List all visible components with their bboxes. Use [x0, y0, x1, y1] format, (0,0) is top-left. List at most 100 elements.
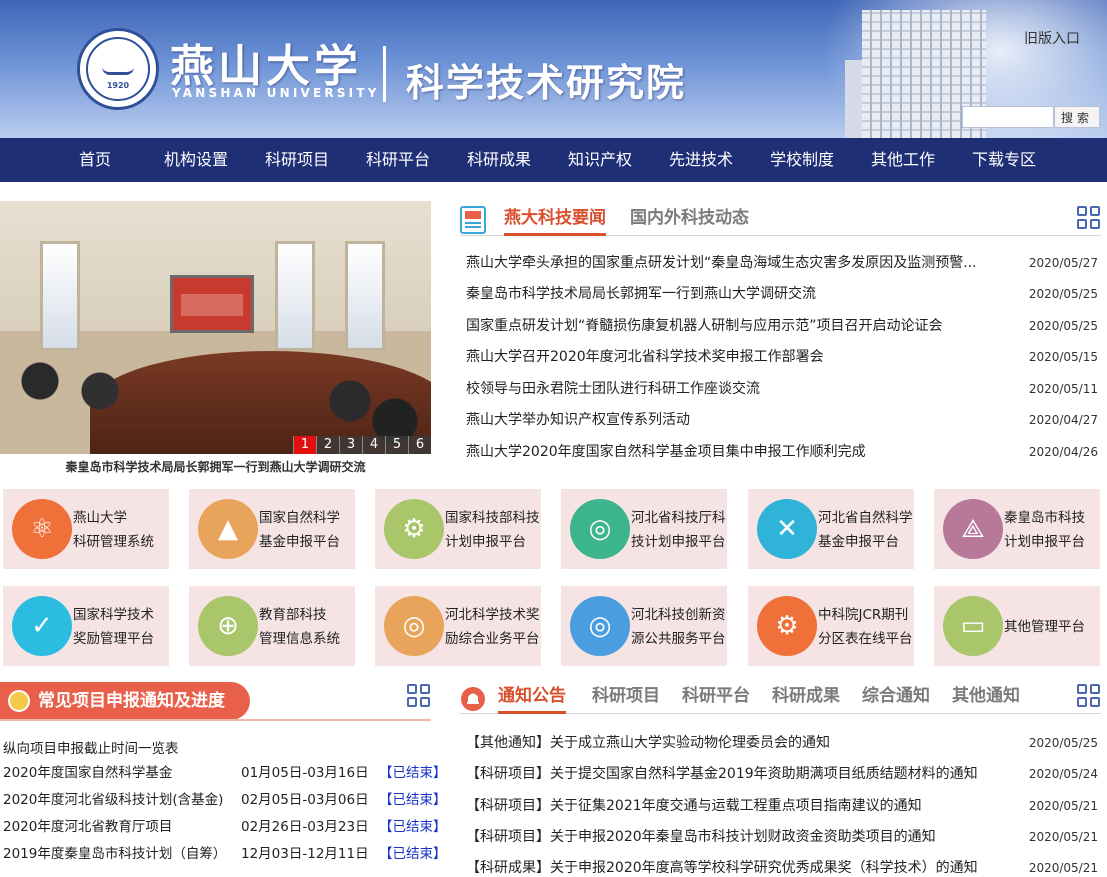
notice-date: 2020/05/25	[1028, 736, 1098, 750]
nav-item-achievements[interactable]: 科研成果	[449, 138, 549, 182]
notice-title[interactable]: 【其他通知】关于成立燕山大学实验动物伦理委员会的通知	[466, 733, 1022, 753]
cog-icon: ⚙	[757, 596, 817, 656]
news-item[interactable]: 燕山大学召开2020年度河北省科学技术奖申报工作部署会 2020/05/15	[466, 347, 1098, 367]
window-icon: ▭	[943, 596, 1003, 656]
platform-tile-hebei-award[interactable]: ◎ 河北科学技术奖 励综合业务平台	[375, 586, 541, 666]
nav-item-platforms[interactable]: 科研平台	[348, 138, 448, 182]
platform-tile-jcr[interactable]: ⚙ 中科院JCR期刊 分区表在线平台	[748, 586, 914, 666]
platform-label: 河北省自然科学 基金申报平台	[818, 510, 913, 550]
more-grid-icon[interactable]	[1077, 684, 1101, 708]
news-title[interactable]: 秦皇岛市科学技术局局长郭拥军一行到燕山大学调研交流	[466, 284, 1014, 304]
nav-item-ip[interactable]: 知识产权	[550, 138, 650, 182]
notice-date: 2020/05/21	[1028, 830, 1098, 844]
nav-item-regulations[interactable]: 学校制度	[752, 138, 852, 182]
news-item[interactable]: 燕山大学举办知识产权宣传系列活动 2020/04/27	[466, 410, 1098, 430]
notice-date: 2020/05/21	[1028, 799, 1098, 813]
slide-caption[interactable]: 秦皇岛市科学技术局局长郭拥军一行到燕山大学调研交流	[0, 458, 431, 475]
slider-page-4[interactable]: 4	[362, 436, 385, 454]
nav-item-downloads[interactable]: 下载专区	[954, 138, 1054, 182]
slider-page-3[interactable]: 3	[339, 436, 362, 454]
more-grid-icon[interactable]	[407, 684, 431, 708]
notice-item[interactable]: 【科研项目】关于征集2021年度交通与运载工程重点项目指南建议的通知 2020/…	[466, 796, 1098, 816]
search-button[interactable]: 搜索	[1054, 106, 1100, 128]
platform-tile-nsfc[interactable]: ▲ 国家自然科学 基金申报平台	[189, 489, 355, 569]
news-title[interactable]: 校领导与田永君院士团队进行科研工作座谈交流	[466, 379, 1014, 399]
notice-title[interactable]: 【科研成果】关于申报2020年度高等学校科学研究优秀成果奖（科学技术）的通知	[466, 858, 1022, 877]
nav-item-organization[interactable]: 机构设置	[146, 138, 246, 182]
institute-title[interactable]: 科学技术研究院	[406, 52, 686, 107]
main-nav: 首页 机构设置 科研项目 科研平台 科研成果 知识产权 先进技术 学校制度 其他…	[0, 138, 1107, 182]
news-title[interactable]: 燕山大学召开2020年度河北省科学技术奖申报工作部署会	[466, 347, 1014, 367]
university-name-cn[interactable]: 燕山大学	[170, 30, 362, 94]
news-title[interactable]: 国家重点研发计划“脊髓损伤康复机器人研制与应用示范”项目召开启动论证会	[466, 316, 1014, 336]
project-row[interactable]: 2019年度秦皇岛市科技计划（自筹） 12月03日-12月11日 【已结束】	[3, 844, 447, 864]
tab-research-achievements[interactable]: 科研成果	[772, 682, 840, 714]
slider-page-2[interactable]: 2	[316, 436, 339, 454]
news-item[interactable]: 燕山大学牵头承担的国家重点研发计划“秦皇岛海域生态灾害多发原因及监测预警... …	[466, 253, 1098, 273]
nav-item-other-work[interactable]: 其他工作	[853, 138, 953, 182]
tab-research-projects[interactable]: 科研项目	[592, 682, 660, 714]
projects-divider	[0, 719, 431, 721]
platform-tile-hebei-nsf[interactable]: ✕ 河北省自然科学 基金申报平台	[748, 489, 914, 569]
projects-subtitle[interactable]: 纵向项目申报截止时间一览表	[3, 737, 179, 757]
project-status: 【已结束】	[379, 792, 447, 808]
project-name[interactable]: 2019年度秦皇岛市科技计划（自筹）	[3, 844, 226, 864]
notice-item[interactable]: 【科研项目】关于提交国家自然科学基金2019年资助期满项目纸质结题材料的通知 2…	[466, 764, 1098, 784]
notice-item[interactable]: 【科研项目】关于申报2020年秦皇岛市科技计划财政资金资助类项目的通知 2020…	[466, 827, 1098, 847]
search-input[interactable]	[962, 106, 1054, 128]
news-title[interactable]: 燕山大学举办知识产权宣传系列活动	[466, 410, 1014, 430]
project-name[interactable]: 2020年度河北省级科技计划(含基金)	[3, 790, 223, 810]
projects-title[interactable]: 常见项目申报通知及进度	[38, 682, 225, 720]
platform-tile-qhd[interactable]: ⟁ 秦皇岛市科技 计划申报平台	[934, 489, 1100, 569]
slide-image	[170, 275, 254, 333]
platform-tile-hebei-tech[interactable]: ◎ 河北省科技厅科 技计划申报平台	[561, 489, 727, 569]
news-date: 2020/04/26	[1028, 445, 1098, 459]
notice-item[interactable]: 【科研成果】关于申报2020年度高等学校科学研究优秀成果奖（科学技术）的通知 2…	[466, 858, 1098, 877]
notice-title[interactable]: 【科研项目】关于提交国家自然科学基金2019年资助期满项目纸质结题材料的通知	[466, 764, 1022, 784]
platform-tile-national-award[interactable]: ✓ 国家科学技术 奖励管理平台	[3, 586, 169, 666]
nav-item-projects[interactable]: 科研项目	[247, 138, 347, 182]
nav-item-home[interactable]: 首页	[45, 138, 145, 182]
slider-page-1[interactable]: 1	[293, 436, 316, 454]
platform-tile-research-mgmt[interactable]: ⚛ 燕山大学 科研管理系统	[3, 489, 169, 569]
news-item[interactable]: 国家重点研发计划“脊髓损伤康复机器人研制与应用示范”项目召开启动论证会 2020…	[466, 316, 1098, 336]
university-name-en: YANSHAN UNIVERSITY	[172, 86, 380, 100]
project-row[interactable]: 2020年度河北省教育厅项目 02月26日-03月23日 【已结束】	[3, 817, 447, 837]
notices-tabbar: 通知公告 科研项目 科研平台 科研成果 综合通知 其他通知	[460, 680, 1101, 714]
project-row[interactable]: 2020年度河北省级科技计划(含基金) 02月05日-03月06日 【已结束】	[3, 790, 447, 810]
tab-notices[interactable]: 通知公告	[498, 682, 566, 714]
tab-other-notices[interactable]: 其他通知	[952, 682, 1020, 714]
news-title[interactable]: 燕山大学2020年度国家自然科学基金项目集中申报工作顺利完成	[466, 442, 1014, 462]
project-name[interactable]: 2020年度国家自然科学基金	[3, 763, 172, 783]
project-row[interactable]: 2020年度国家自然科学基金 01月05日-03月16日 【已结束】	[3, 763, 447, 783]
news-item[interactable]: 燕山大学2020年度国家自然科学基金项目集中申报工作顺利完成 2020/04/2…	[466, 442, 1098, 462]
more-grid-icon[interactable]	[1077, 206, 1101, 230]
slider-page-6[interactable]: 6	[408, 436, 431, 454]
news-slider[interactable]: 1 2 3 4 5 6	[0, 201, 431, 454]
tab-world-news[interactable]: 国内外科技动态	[630, 204, 749, 236]
notice-title[interactable]: 【科研项目】关于申报2020年秦皇岛市科技计划财政资金资助类项目的通知	[466, 827, 1022, 847]
news-date: 2020/04/27	[1028, 413, 1098, 427]
news-title[interactable]: 燕山大学牵头承担的国家重点研发计划“秦皇岛海域生态灾害多发原因及监测预警...	[466, 253, 1014, 273]
platform-label: 其他管理平台	[1004, 619, 1085, 635]
notice-item[interactable]: 【其他通知】关于成立燕山大学实验动物伦理委员会的通知 2020/05/25	[466, 733, 1098, 753]
tab-general-notices[interactable]: 综合通知	[862, 682, 930, 714]
platform-label: 河北科技创新资 源公共服务平台	[631, 607, 726, 647]
news-item[interactable]: 校领导与田永君院士团队进行科研工作座谈交流 2020/05/11	[466, 379, 1098, 399]
platform-tile-most[interactable]: ⚙ 国家科技部科技 计划申报平台	[375, 489, 541, 569]
tab-research-platforms[interactable]: 科研平台	[682, 682, 750, 714]
news-item[interactable]: 秦皇岛市科学技术局局长郭拥军一行到燕山大学调研交流 2020/05/25	[466, 284, 1098, 304]
slider-page-5[interactable]: 5	[385, 436, 408, 454]
nav-item-technology[interactable]: 先进技术	[651, 138, 751, 182]
project-name[interactable]: 2020年度河北省教育厅项目	[3, 817, 172, 837]
atom-icon: ⚛	[12, 499, 72, 559]
project-period: 02月05日-03月06日	[241, 792, 369, 808]
tab-yanda-news[interactable]: 燕大科技要闻	[504, 204, 606, 236]
notice-title[interactable]: 【科研项目】关于征集2021年度交通与运载工程重点项目指南建议的通知	[466, 796, 1022, 816]
old-version-link[interactable]: 旧版入口	[1024, 28, 1080, 48]
university-seal-logo[interactable]: 1920	[77, 28, 159, 110]
platform-tile-other[interactable]: ▭ 其他管理平台	[934, 586, 1100, 666]
platform-tile-hebei-innovation[interactable]: ◎ 河北科技创新资 源公共服务平台	[561, 586, 727, 666]
platform-tile-moe[interactable]: ⊕ 教育部科技 管理信息系统	[189, 586, 355, 666]
share-icon: ⟁	[943, 499, 1003, 559]
